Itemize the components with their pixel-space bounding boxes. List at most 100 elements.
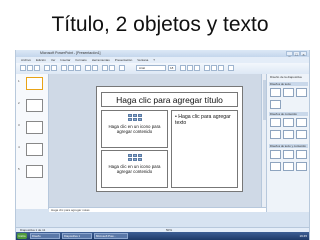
content-placeholder-text: Haga clic en un icono para agregar conte… (108, 124, 161, 135)
minimize-button[interactable]: _ (286, 51, 293, 57)
table-icon[interactable] (109, 65, 115, 71)
notes-pane[interactable]: Haga clic para agregar notas (49, 207, 266, 212)
slide-number: 1 (18, 79, 20, 83)
slide-number: 2 (18, 101, 20, 105)
layout-thumbnail[interactable] (270, 130, 281, 139)
layout-thumbnail[interactable] (296, 162, 307, 171)
menu-item-herramientas[interactable]: Herramientas (92, 58, 110, 62)
slide-heading: Título, 2 objetos y texto (51, 13, 269, 36)
menu-item-formato[interactable]: Formato (76, 58, 87, 62)
layout-thumbnail[interactable] (283, 88, 294, 97)
task-pane-title: Diseño de la diapositiva (270, 75, 302, 79)
text-placeholder-label: Haga clic para agregar texto (175, 114, 231, 126)
preview-icon[interactable] (51, 65, 57, 71)
font-color-icon[interactable] (228, 65, 234, 71)
slide-number: 4 (18, 145, 20, 149)
save-icon[interactable] (34, 65, 40, 71)
clipart-icon[interactable] (137, 114, 142, 117)
paste-icon[interactable] (75, 65, 81, 71)
underline-icon[interactable] (194, 65, 200, 71)
layout-thumbnail[interactable] (270, 100, 281, 109)
task-pane: Diseño de la diapositiva Diseños de text… (266, 74, 309, 212)
taskbar-item[interactable]: Diapositiva 1 (62, 233, 92, 239)
media-icon[interactable] (137, 158, 142, 161)
layout-thumbnail[interactable] (283, 118, 294, 127)
close-button[interactable]: × (300, 51, 307, 57)
table-icon[interactable] (127, 114, 132, 117)
layout-thumbnail[interactable] (283, 162, 294, 171)
layout-thumbnail[interactable] (296, 88, 307, 97)
slide-thumbnail[interactable] (26, 99, 43, 112)
taskbar-item[interactable]: Microsoft Pow... (94, 233, 128, 239)
slide-canvas: Haga clic para agregar título Haga clic … (96, 86, 243, 192)
layout-section-text: Diseños de texto (269, 82, 308, 86)
content-icons (127, 114, 142, 121)
layout-thumbnail[interactable] (270, 88, 281, 97)
layout-thumbnail[interactable] (296, 130, 307, 139)
align-right-icon[interactable] (218, 65, 224, 71)
open-icon[interactable] (27, 65, 33, 71)
layout-thumbnail[interactable] (270, 150, 281, 159)
menu-item-help[interactable]: ? (153, 58, 155, 62)
slide-thumbnail[interactable] (26, 121, 43, 134)
layout-thumbnail[interactable] (270, 118, 281, 127)
diagram-icon[interactable] (132, 158, 137, 161)
align-left-icon[interactable] (204, 65, 210, 71)
content-placeholder-text: Haga clic en un icono para agregar conte… (108, 164, 161, 175)
picture-icon[interactable] (127, 118, 132, 121)
print-icon[interactable] (44, 65, 50, 71)
powerpoint-window: Microsoft PowerPoint - [Presentación1] _… (15, 50, 310, 240)
menu-item-ver[interactable]: Ver (51, 58, 56, 62)
title-bar: Microsoft PowerPoint - [Presentación1] _… (16, 50, 309, 57)
layout-thumbnail[interactable] (296, 150, 307, 159)
content-placeholder-bottom[interactable]: Haga clic en un icono para agregar conte… (101, 150, 168, 188)
new-icon[interactable] (20, 65, 26, 71)
maximize-button[interactable]: □ (293, 51, 300, 57)
zoom-icon[interactable] (119, 65, 125, 71)
menu-item-insertar[interactable]: Insertar (60, 58, 70, 62)
copy-icon[interactable] (68, 65, 74, 71)
chart-icon[interactable] (102, 65, 108, 71)
slide-thumbnail[interactable] (26, 143, 43, 156)
menu-item-edicion[interactable]: Edición (36, 58, 46, 62)
undo-icon[interactable] (85, 65, 91, 71)
redo-icon[interactable] (92, 65, 98, 71)
chart-icon[interactable] (132, 114, 137, 117)
layout-section-content: Diseños de contenido (269, 112, 308, 116)
start-button[interactable]: Inicio (17, 233, 27, 239)
layout-thumbnail[interactable] (296, 118, 307, 127)
media-icon[interactable] (137, 118, 142, 121)
table-icon[interactable] (127, 154, 132, 157)
content-icons (127, 154, 142, 161)
italic-icon[interactable] (187, 65, 193, 71)
layout-thumbnail[interactable] (270, 162, 281, 171)
bullet-text: • Haga clic para agregar texto (175, 114, 235, 126)
slide-thumbnail[interactable] (26, 77, 43, 90)
slide-thumbnail[interactable] (26, 165, 43, 178)
layout-thumbnail[interactable] (283, 150, 294, 159)
font-size-select[interactable]: 18 (168, 65, 176, 71)
font-select[interactable]: Arial (136, 65, 166, 71)
layout-section-text-content: Diseños de texto y contenido (269, 144, 308, 148)
clipart-icon[interactable] (137, 154, 142, 157)
window-title: Microsoft PowerPoint - [Presentación1] (40, 51, 101, 55)
title-placeholder[interactable]: Haga clic para agregar título (101, 92, 238, 107)
text-placeholder[interactable]: • Haga clic para agregar texto (171, 110, 238, 188)
menu-item-archivo[interactable]: Archivo (21, 58, 31, 62)
taskbar-item[interactable]: Diseño (30, 233, 60, 239)
clock: 19:45 (299, 234, 307, 238)
align-center-icon[interactable] (211, 65, 217, 71)
slide-editor: Haga clic para agregar título Haga clic … (49, 74, 266, 207)
taskbar: Inicio Diseño Diapositiva 1 Microsoft Po… (16, 232, 309, 240)
menu-item-presentacion[interactable]: Presentación (115, 58, 133, 62)
cut-icon[interactable] (61, 65, 67, 71)
content-placeholder-top[interactable]: Haga clic en un icono para agregar conte… (101, 110, 168, 148)
diagram-icon[interactable] (132, 118, 137, 121)
slides-panel: 1 2 3 4 5 (16, 74, 49, 209)
picture-icon[interactable] (127, 158, 132, 161)
layout-thumbnail[interactable] (283, 130, 294, 139)
chart-icon[interactable] (132, 154, 137, 157)
menu-item-ventana[interactable]: Ventana (137, 58, 148, 62)
bold-icon[interactable] (180, 65, 186, 71)
slide-number: 3 (18, 123, 20, 127)
